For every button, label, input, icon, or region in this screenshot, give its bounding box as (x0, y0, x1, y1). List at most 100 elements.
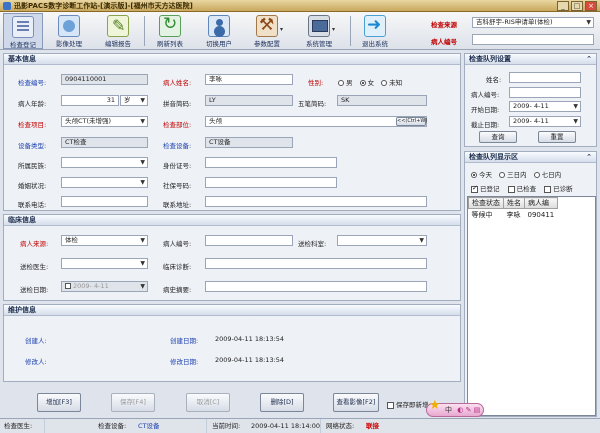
status-device-label: 检查设备: (98, 422, 127, 430)
chevron-down-icon: ▾ (279, 26, 283, 33)
table-cell: 李咏 (506, 211, 521, 219)
minimize-icon[interactable]: _ (557, 1, 569, 11)
save-button[interactable]: 保存[F4] (111, 393, 155, 412)
clinical-info-header: 临床信息 (4, 215, 460, 226)
pinyin-label: 拼音简码: (163, 100, 192, 108)
collapse-icon[interactable]: ⌃ (586, 54, 592, 65)
filter-registered-checkbox[interactable] (471, 184, 478, 193)
doctor-select[interactable]: ▼ (61, 258, 148, 269)
toolbar-image-button[interactable]: 影像处理 (49, 13, 89, 49)
toolbar-register-button[interactable]: 检查登记 (3, 13, 43, 49)
exam-part-input[interactable]: 头颅 (205, 116, 427, 127)
chevron-down-icon: ▼ (140, 97, 145, 104)
gender-option-label: 未知 (389, 79, 403, 87)
toolbar-refresh-button[interactable]: 刷新列表 (150, 13, 190, 49)
status-bar: 检查医生: 检查设备: CT设备 当前时间: 2009-04-11 18:14:… (0, 418, 600, 433)
exit-arrow-icon (364, 15, 386, 37)
range-radio-3days[interactable] (499, 172, 506, 178)
toolbar-report-button[interactable]: 编辑报告 (98, 13, 138, 49)
diag-input[interactable] (205, 258, 427, 269)
cancel-button[interactable]: 取消[C] (186, 393, 230, 412)
save-new-label: 保存即新增 (396, 401, 429, 409)
nation-select[interactable]: ▼ (61, 157, 148, 168)
queue-display-title: 检查队列显示区 (469, 153, 518, 161)
date-checkbox[interactable] (65, 283, 71, 289)
delete-button[interactable]: 删除[D] (260, 393, 304, 412)
toolbar-switch-user-button[interactable]: 切换用户 (199, 13, 239, 49)
clinical-source-select[interactable]: 体检 ▼ (61, 235, 148, 246)
queue-start-date[interactable]: 2009- 4-11 ▼ (509, 101, 581, 112)
filter-examined-checkbox[interactable] (507, 185, 515, 193)
range-radio-7days[interactable] (533, 172, 540, 178)
marital-select[interactable]: ▼ (61, 177, 148, 188)
source-select[interactable]: 吉科舒宇-RIS申请单(体检) ▼ (472, 17, 594, 28)
status-network-value: 联接 (366, 422, 379, 430)
wubi-field[interactable]: SK (337, 95, 427, 106)
device-type-field[interactable]: CT检查 (61, 137, 148, 148)
maximize-icon[interactable]: □ (571, 1, 583, 11)
age-label: 病人年龄: (18, 100, 47, 108)
toolbar-label: 影像处理 (56, 40, 82, 48)
save-new-option[interactable]: 保存即新增 (387, 399, 429, 409)
patient-no-input[interactable] (472, 34, 594, 45)
pinyin-field[interactable]: LY (205, 95, 293, 106)
clinical-patient-no-input[interactable] (205, 235, 293, 246)
column-header[interactable]: 检查状态 (468, 197, 504, 209)
range-radio-today[interactable] (471, 172, 477, 178)
chevron-down-icon: ▼ (140, 260, 145, 267)
device-field[interactable]: CT设备 (205, 137, 293, 148)
social-input[interactable] (205, 177, 337, 188)
phone-input[interactable] (61, 196, 148, 207)
exam-no-label: 检查编号: (18, 79, 47, 87)
queue-end-date[interactable]: 2009- 4-11 ▼ (509, 116, 581, 127)
toolbar-system-button[interactable]: ▾ 系统管理 (297, 13, 341, 49)
view-images-button[interactable]: 查看影像[F2] (333, 393, 379, 412)
column-header[interactable]: 病人编 (524, 197, 558, 209)
id-input[interactable] (205, 157, 337, 168)
queue-patient-no-input[interactable] (509, 87, 581, 98)
toolbar-divider (350, 16, 351, 46)
summary-input[interactable] (205, 281, 427, 292)
query-button[interactable]: 查询 (479, 131, 517, 143)
toolbar-exit-button[interactable]: 退出系统 (355, 13, 395, 49)
address-input[interactable] (205, 196, 427, 207)
queue-table-header: 检查状态 姓名 病人编 (468, 197, 558, 209)
window-controls: _ □ × (557, 1, 597, 11)
column-header[interactable]: 姓名 (503, 197, 525, 209)
toolbar-config-button[interactable]: ▾ 参数配置 (245, 13, 289, 49)
dept-select[interactable]: ▼ (337, 235, 427, 246)
exam-no-field[interactable]: 0904110001 (61, 74, 148, 85)
filter-diagnosed-checkbox[interactable] (544, 185, 552, 193)
source-label: 检查来源 (431, 21, 457, 29)
age-unit-select[interactable]: 岁 ▼ (120, 95, 148, 106)
reset-button[interactable]: 重置 (538, 131, 576, 143)
status-doctor-label: 检查医生: (4, 422, 33, 430)
save-new-checkbox[interactable] (387, 401, 394, 409)
table-row[interactable]: 等候中 李咏 090411 (469, 209, 558, 222)
gender-radio-male[interactable] (338, 80, 344, 86)
exam-part-button[interactable]: <<(Ctrl+W) (396, 117, 427, 126)
queue-grid: 检查状态 姓名 病人编 等候中 李咏 090411 (467, 196, 596, 416)
window-title: 迅影PACS数字诊断工作站-[演示版]-[福州市天方达医院] (14, 1, 193, 10)
queue-name-input[interactable] (509, 72, 581, 83)
close-icon[interactable]: × (585, 1, 597, 11)
chevron-down-icon: ▼ (140, 159, 145, 166)
wubi-label: 五笔简码: (298, 100, 327, 108)
date-picker[interactable]: 2009- 4-11 ▼ (61, 281, 148, 292)
ime-toolbar[interactable]: ★ 中 ◐ ✎ ▤ (426, 398, 484, 417)
age-input[interactable]: 31 (61, 95, 119, 106)
exam-part-label: 检查部位: (163, 121, 192, 129)
date-value: 2009- 4-11 (73, 282, 109, 290)
gender-radio-unknown[interactable] (381, 80, 388, 86)
exam-item-select[interactable]: 头颅CT(未增强) ▼ (61, 116, 148, 127)
patient-name-input[interactable]: 李咏 (205, 74, 293, 85)
add-button[interactable]: 增加[F3] (37, 393, 81, 412)
ime-mode-label: 中 (445, 406, 452, 414)
collapse-icon[interactable]: ⌃ (586, 152, 592, 163)
app-icon (3, 2, 11, 10)
gender-radio-female[interactable] (359, 80, 366, 86)
ime-settings-icon: ◐ ✎ ▤ (457, 406, 481, 414)
source-select-value: 吉科舒宇-RIS申请单(体检) (476, 18, 553, 26)
star-icon: ★ (429, 398, 441, 413)
status-time-value: 2009-04-11 18:14:00 (251, 422, 321, 430)
